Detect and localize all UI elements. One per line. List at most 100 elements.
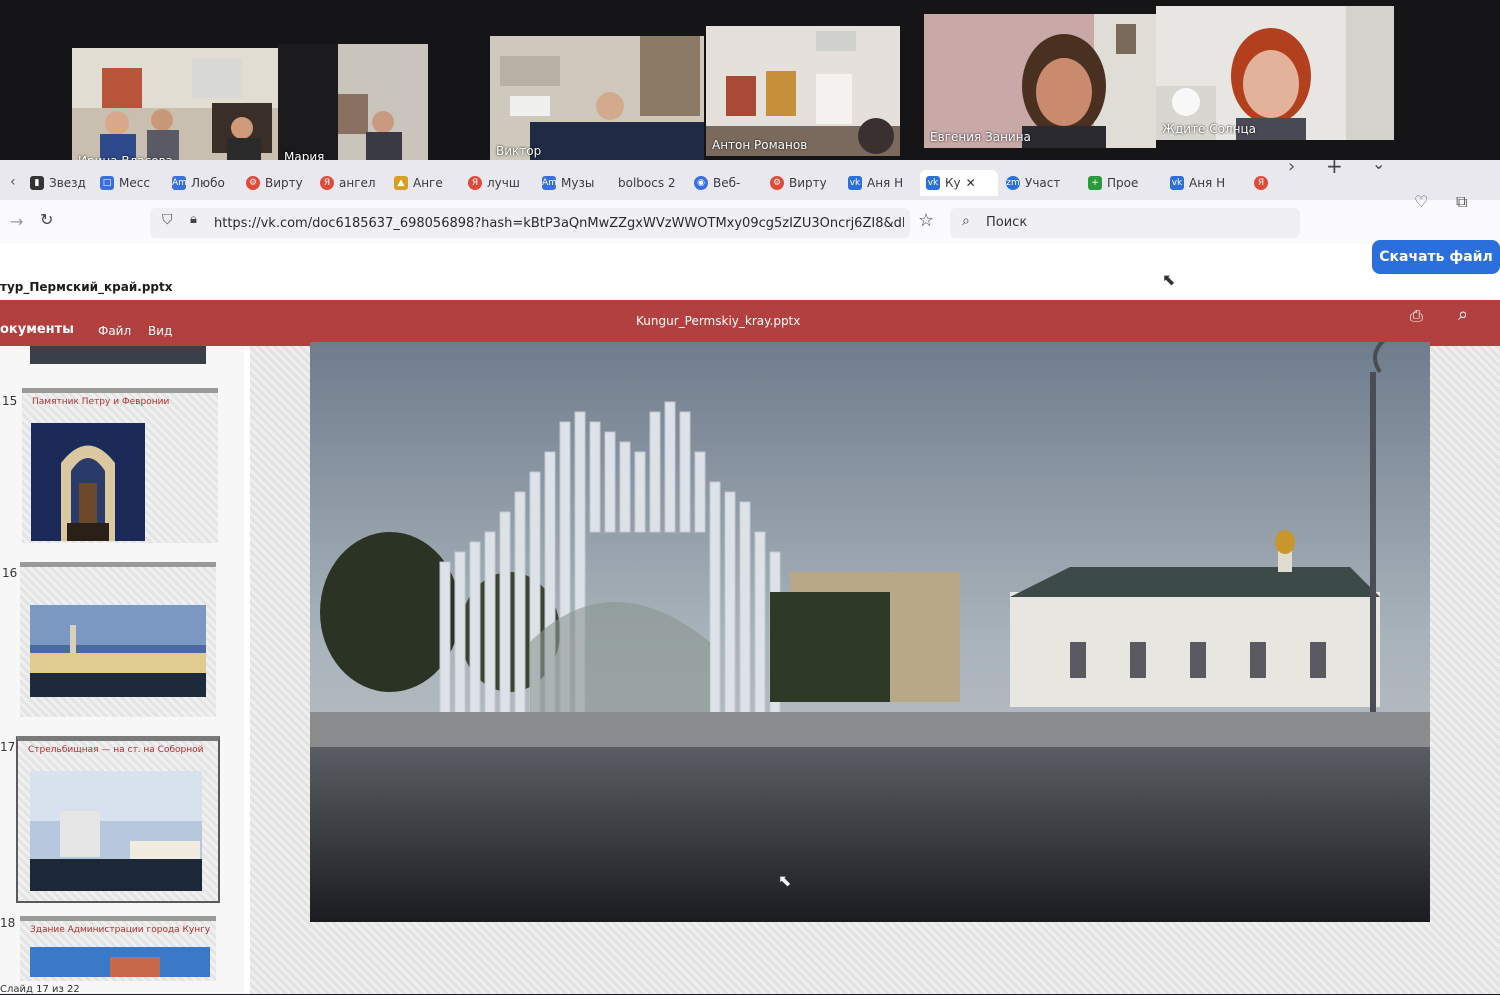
slide-thumbnail-selected[interactable]: Стрельбищная — на ст. на Соборной (16, 736, 220, 903)
shield-icon[interactable]: ⛉ (162, 212, 173, 228)
menu-view[interactable]: Вид (148, 324, 172, 338)
reload-icon[interactable]: ↻ (40, 210, 53, 229)
tab-label: Звезд (49, 176, 86, 190)
slide-photo: ⬉ (310, 342, 1430, 922)
thumbnail-partial[interactable] (30, 346, 206, 364)
document-title: тур_Пермский_край.pptx (0, 280, 173, 294)
messenger-icon: □ (100, 176, 114, 190)
slide-thumbnail[interactable] (20, 562, 216, 717)
tab-bar: ‹ ▮ Звезд □ Месс Am Любо ⚙ Вирту Я ангел… (0, 154, 1500, 200)
tab[interactable]: Am Любо (172, 170, 232, 196)
tab-label: лучш (487, 176, 520, 190)
plus-doc-icon: + (1088, 176, 1102, 190)
video-call-strip: Ирина Власова Мария Виктор (0, 0, 1500, 175)
tab[interactable]: Am Музы (542, 170, 602, 196)
participant-tile[interactable]: Виктор (490, 36, 704, 162)
search-field[interactable]: ⌕ Поиск (950, 208, 1300, 238)
viewer-filename: Kungur_Permskiy_kray.pptx (636, 314, 801, 328)
tab[interactable]: Я (1254, 170, 1278, 196)
tab[interactable]: ◉ Веб- (694, 170, 754, 196)
search-icon[interactable]: ⌕ (1458, 304, 1468, 325)
yandex-icon: Я (320, 176, 334, 190)
tab-scroll-right-icon[interactable]: › (1288, 156, 1295, 177)
viewer-toolbar: окументы Файл Вид Kungur_Permskiy_kray.p… (0, 300, 1500, 346)
slide-number: 18 (0, 916, 16, 930)
slide-image (30, 605, 206, 697)
tab-label: Аня Н (1189, 176, 1226, 190)
tab[interactable]: ▮ Звезд (30, 170, 90, 196)
page-content: тур_Пермский_край.pptx Скачать файл ⬉ ок… (0, 240, 1500, 995)
tab[interactable]: bolbocs 2 (618, 170, 684, 196)
tab-label: Аня Н (867, 176, 904, 190)
tab[interactable]: Я лучш (468, 170, 530, 196)
tab[interactable]: vk Аня Н (848, 170, 910, 196)
slide-caption: Памятник Петру и Февронии (32, 397, 170, 407)
tab-label: ангел (339, 176, 376, 190)
slide-image (31, 423, 145, 541)
tab[interactable]: ▲ Анге (394, 170, 454, 196)
close-tab-icon[interactable]: ✕ (966, 176, 976, 190)
tab[interactable]: □ Месс (100, 170, 160, 196)
participant-name: Антон Романов (712, 138, 808, 152)
slide-image (30, 771, 202, 891)
tab[interactable]: + Прое (1088, 170, 1148, 196)
tab-label: Месс (119, 176, 150, 190)
bookmark-icon: ▮ (30, 176, 44, 190)
pocket-icon[interactable]: ♡ (1414, 192, 1428, 211)
extensions-icon[interactable]: ⧉ (1456, 192, 1467, 212)
tab[interactable]: vk Аня Н (1170, 170, 1234, 196)
slide-caption: Стрельбищная — на ст. на Соборной (28, 745, 204, 755)
tab-label: Музы (561, 176, 595, 190)
participant-name: Виктор (496, 144, 542, 158)
tab-label: Ку (945, 176, 961, 190)
search-placeholder: Поиск (986, 215, 1028, 230)
vk-icon: vk (926, 176, 940, 190)
virtual-icon: ⚙ (246, 176, 260, 190)
tab-list-chevron-down-icon[interactable]: ⌄ (1372, 154, 1385, 173)
svg-text:⬉: ⬉ (778, 871, 791, 890)
tab-label: Участ (1025, 176, 1061, 190)
slide-image (30, 947, 210, 977)
tab-active[interactable]: vk Ку ✕ (920, 170, 998, 196)
tab-scroll-left-icon[interactable]: ‹ (10, 174, 16, 190)
participant-tile[interactable]: Антон Романов (706, 26, 900, 156)
browser-window: ‹ ▮ Звезд □ Месс Am Любо ⚙ Вирту Я ангел… (0, 154, 1500, 995)
slide-number: 16 (2, 566, 18, 580)
download-file-button[interactable]: Скачать файл (1372, 240, 1500, 274)
slide-number: 15 (2, 394, 18, 408)
tab-label: bolbocs 2 (618, 176, 676, 190)
participant-tile[interactable]: Ирина Власова (72, 48, 278, 172)
slide-caption: Здание Администрации города Кунгура (30, 925, 210, 935)
participant-tile-active[interactable]: Евгения Занина (924, 14, 1156, 148)
tab[interactable]: ⚙ Вирту (246, 170, 306, 196)
tab-label: Вирту (265, 176, 303, 190)
url-text[interactable]: https://vk.com/doc6185637_698056898?hash… (214, 216, 904, 231)
tab-label: Прое (1107, 176, 1139, 190)
participant-tile[interactable]: Ждите Солнца (1156, 6, 1394, 140)
video-feed (706, 26, 900, 156)
bookmark-star-icon[interactable]: ☆ (918, 210, 934, 231)
participant-name: Евгения Занина (930, 130, 1031, 144)
yandex-icon: Я (1254, 176, 1268, 190)
new-tab-icon[interactable]: + (1326, 154, 1343, 178)
virtual-icon: ⚙ (770, 176, 784, 190)
slide-thumbnails: 15 Памятник Петру и Февронии 16 17 Стрел… (0, 346, 244, 994)
slide-status: Слайд 17 из 22 (0, 984, 80, 995)
zoom-icon: zm (1006, 176, 1020, 190)
slide-thumbnail[interactable]: Памятник Петру и Февронии (22, 388, 218, 543)
tab[interactable]: zm Участ (1006, 170, 1070, 196)
tab[interactable]: ⚙ Вирту (770, 170, 832, 196)
tab[interactable]: Я ангел (320, 170, 380, 196)
menu-file[interactable]: Файл (98, 324, 131, 338)
search-icon: ⌕ (962, 213, 970, 229)
image-icon: ▲ (394, 176, 408, 190)
slide-thumbnail[interactable]: Здание Администрации города Кунгура (20, 916, 216, 981)
print-icon[interactable]: ⎙ (1410, 306, 1423, 326)
globe-icon: ◉ (694, 176, 708, 190)
participant-tile[interactable]: Мария (278, 44, 428, 168)
documents-link[interactable]: окументы (0, 322, 74, 337)
forward-arrow-icon[interactable]: → (10, 212, 23, 231)
video-feed (1156, 6, 1394, 140)
am-icon: Am (172, 176, 187, 190)
participant-name: Ждите Солнца (1162, 122, 1256, 136)
